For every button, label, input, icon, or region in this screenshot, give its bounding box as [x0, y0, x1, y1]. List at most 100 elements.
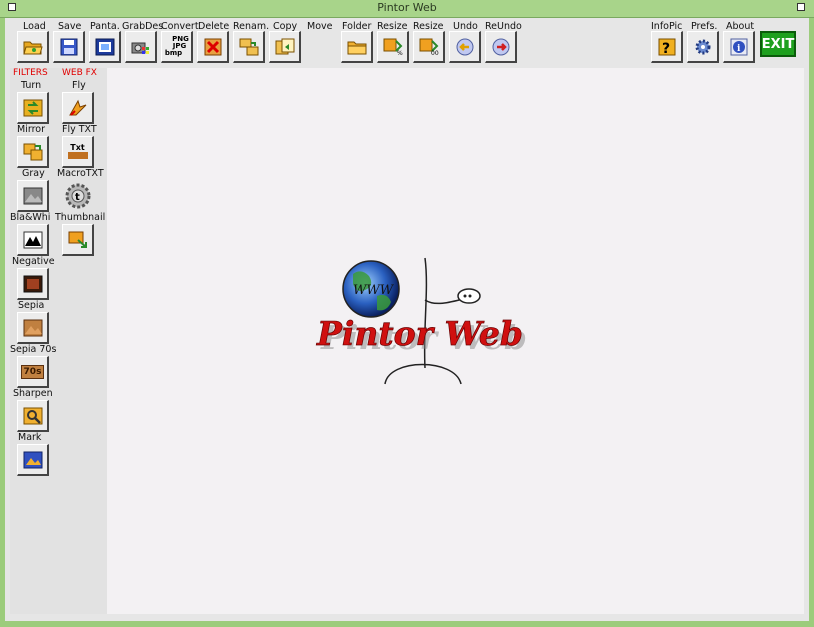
load-tool: Load [17, 18, 51, 68]
exit-button[interactable]: EXIT [760, 31, 796, 57]
delete-button[interactable] [197, 31, 229, 63]
undo-tool: Undo [449, 18, 483, 68]
screen-capture-button[interactable] [89, 31, 121, 63]
resize-percent-button[interactable]: % [377, 31, 409, 63]
logo-globe-text: WWW [353, 283, 395, 298]
filter-sepia70s-button[interactable]: 70s [17, 356, 49, 388]
logo-text: Pintor Web [316, 314, 523, 353]
macro-txt-gear-icon: t [65, 183, 91, 209]
toolbar: Load Save Panta. GrabDes Convert PNG JPG… [13, 18, 803, 68]
redo-button[interactable] [485, 31, 517, 63]
screen-capture-tool: Panta. [89, 18, 123, 68]
sepia-icon [23, 319, 42, 336]
rename-button[interactable] [233, 31, 265, 63]
filter-gray-button[interactable] [17, 180, 49, 212]
delete-x-icon [204, 38, 221, 55]
fly-txt-image-icon [67, 152, 88, 159]
gray-icon [23, 187, 42, 204]
mark-icon [23, 451, 42, 468]
window-depth-button[interactable] [797, 3, 805, 11]
filter-sharpen-label: Sharpen [13, 388, 53, 399]
sharpen-icon [23, 407, 42, 424]
webfx-fly-button[interactable] [62, 92, 94, 124]
window-title: Pintor Web [377, 1, 437, 14]
about-tool: About i [723, 18, 757, 68]
floppy-disk-icon [60, 38, 77, 55]
effects-sidebar: FILTERS WEB FX Turn Mirror Gray Bla&Whi … [10, 68, 107, 614]
convert-button[interactable]: PNG JPG bmp [161, 31, 193, 63]
resize-percent-tool: Resize % [377, 18, 411, 68]
filter-mark-button[interactable] [17, 444, 49, 476]
undo-arrow-icon [456, 38, 473, 55]
move-label[interactable]: Move [307, 21, 332, 32]
webfx-macrotxt-label: MacroTXT [57, 168, 104, 179]
resize-pixels-icon: 00 [419, 38, 439, 56]
folder-open-icon [22, 41, 43, 54]
fly-txt-icon: Txt [70, 143, 85, 152]
pintor-web-logo: WWW Pintor Web Pintor Web [316, 257, 527, 385]
webfx-thumbnail-label: Thumbnail [55, 212, 106, 223]
thumbnail-icon [68, 231, 87, 248]
rename-icon [239, 38, 258, 55]
about-button[interactable]: i [723, 31, 755, 63]
folder-tool: Folder [341, 18, 375, 68]
filter-negative-button[interactable] [17, 268, 49, 300]
sepia-70s-icon: 70s [20, 364, 45, 379]
infopic-button[interactable]: ? [651, 31, 683, 63]
delete-tool: Delete [197, 18, 231, 68]
filter-turn-button[interactable] [17, 92, 49, 124]
resize-percent-icon: % [383, 38, 403, 56]
grab-desktop-tool: GrabDes [122, 18, 163, 68]
webfx-macrotxt-button[interactable]: t [62, 180, 94, 212]
load-button[interactable] [17, 31, 49, 63]
mirror-icon [23, 143, 42, 160]
fly-icon [68, 99, 86, 116]
save-button[interactable] [53, 31, 85, 63]
svg-text:00: 00 [431, 50, 439, 56]
redo-tool: ReUndo [485, 18, 522, 68]
filter-sepia70s-label: Sepia 70s [10, 344, 57, 355]
move-tool: Move [305, 18, 339, 68]
copy-button[interactable] [269, 31, 301, 63]
redo-arrow-icon [492, 38, 509, 55]
svg-text:i: i [737, 44, 741, 54]
screen-capture-icon [95, 38, 114, 55]
filters-header: FILTERS [13, 68, 48, 78]
filter-mirror-button[interactable] [17, 136, 49, 168]
infopic-tool: InfoPic ? [651, 18, 685, 68]
save-tool: Save [53, 18, 87, 68]
webfx-header: WEB FX [62, 68, 97, 78]
webfx-thumbnail-button[interactable] [62, 224, 94, 256]
camera-icon [131, 42, 149, 54]
image-canvas[interactable]: WWW Pintor Web Pintor Web [107, 68, 804, 614]
gear-icon [695, 39, 710, 54]
filter-turn-label: Turn [21, 80, 42, 91]
convert-bmp-text: bmp [164, 49, 183, 57]
prefs-button[interactable] [687, 31, 719, 63]
folder-button[interactable] [341, 31, 373, 63]
svg-text:?: ? [662, 41, 670, 56]
webfx-fly-label: Fly [72, 80, 86, 91]
filter-negative-label: Negative [12, 256, 55, 267]
turn-icon [23, 99, 42, 116]
webfx-flytxt-button[interactable]: Txt [62, 136, 94, 168]
title-bar[interactable]: Pintor Web [0, 0, 814, 18]
svg-text:%: % [397, 50, 403, 56]
grab-desktop-button[interactable] [125, 31, 157, 63]
filter-gray-label: Gray [22, 168, 45, 179]
resize-pixels-button[interactable]: 00 [413, 31, 445, 63]
convert-tool: Convert PNG JPG bmp [161, 18, 199, 68]
info-icon: i [730, 38, 747, 55]
filter-mark-label: Mark [18, 432, 42, 443]
copy-icon [275, 38, 294, 54]
webfx-flytxt-label: Fly TXT [62, 124, 97, 135]
macro-txt-icon: t [75, 192, 80, 203]
folder-icon [347, 41, 366, 54]
question-icon: ? [658, 38, 675, 56]
copy-tool: Copy [269, 18, 303, 68]
undo-button[interactable] [449, 31, 481, 63]
filter-sepia-button[interactable] [17, 312, 49, 344]
black-white-icon [23, 231, 42, 248]
filter-sharpen-button[interactable] [17, 400, 49, 432]
filter-blackwhite-button[interactable] [17, 224, 49, 256]
